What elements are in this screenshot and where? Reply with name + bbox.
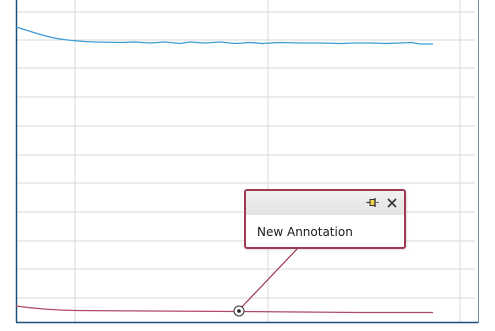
pin-icon[interactable] — [365, 195, 380, 210]
annotation-header[interactable] — [246, 191, 404, 215]
gridlines — [16, 0, 475, 322]
chart-canvas[interactable] — [0, 0, 495, 331]
plot-area[interactable]: New Annotation — [0, 0, 495, 331]
annotation-text[interactable]: New Annotation — [257, 225, 353, 239]
red-series-line[interactable] — [15, 305, 433, 314]
blue-series-line[interactable] — [15, 26, 433, 45]
annotation-anchor-point[interactable] — [233, 305, 245, 317]
annotation-callout[interactable]: New Annotation — [244, 189, 406, 249]
close-icon[interactable] — [384, 195, 399, 210]
